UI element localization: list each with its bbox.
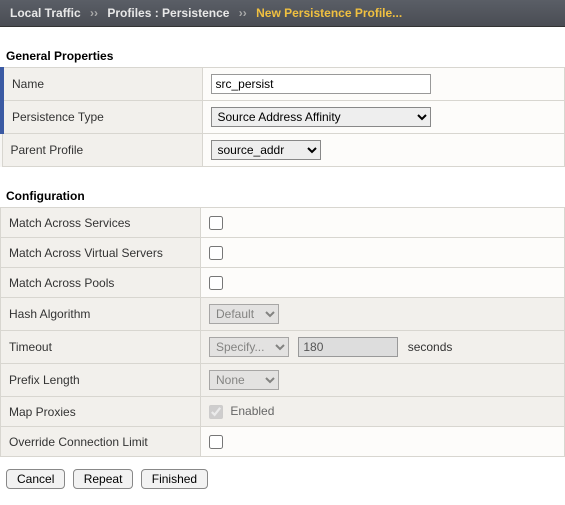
breadcrumb: Local Traffic ›› Profiles : Persistence … — [0, 0, 565, 27]
timeout-value-input — [298, 337, 398, 357]
chevron-icon: ›› — [239, 6, 247, 20]
prefix-length-select: None — [209, 370, 279, 390]
timeout-mode-select: Specify... — [209, 337, 289, 357]
parent-profile-select[interactable]: source_addr — [211, 140, 321, 160]
override-connection-checkbox[interactable] — [209, 435, 223, 449]
general-properties-table: Name Persistence Type Source Address Aff… — [0, 67, 565, 167]
parent-profile-label: Parent Profile — [2, 134, 202, 167]
match-virtual-checkbox[interactable] — [209, 246, 223, 260]
section-config-title: Configuration — [6, 189, 565, 203]
breadcrumb-current: New Persistence Profile... — [256, 6, 402, 20]
finished-button[interactable]: Finished — [141, 469, 208, 489]
match-pools-label: Match Across Pools — [1, 268, 201, 298]
prefix-length-label: Prefix Length — [1, 364, 201, 397]
section-general-title: General Properties — [6, 49, 565, 63]
timeout-suffix: seconds — [408, 340, 453, 354]
override-connection-label: Override Connection Limit — [1, 427, 201, 457]
cancel-button[interactable]: Cancel — [6, 469, 65, 489]
match-pools-checkbox[interactable] — [209, 276, 223, 290]
match-services-label: Match Across Services — [1, 208, 201, 238]
breadcrumb-local-traffic[interactable]: Local Traffic — [10, 6, 81, 20]
name-input[interactable] — [211, 74, 431, 94]
chevron-icon: ›› — [90, 6, 98, 20]
hash-algorithm-label: Hash Algorithm — [1, 298, 201, 331]
button-row: Cancel Repeat Finished — [6, 469, 559, 489]
match-virtual-label: Match Across Virtual Servers — [1, 238, 201, 268]
persistence-type-label: Persistence Type — [2, 101, 202, 134]
hash-algorithm-select: Default — [209, 304, 279, 324]
repeat-button[interactable]: Repeat — [73, 469, 134, 489]
persistence-type-select[interactable]: Source Address Affinity — [211, 107, 431, 127]
configuration-table: Match Across Services Match Across Virtu… — [0, 207, 565, 457]
timeout-label: Timeout — [1, 331, 201, 364]
name-label: Name — [2, 68, 202, 101]
map-proxies-enabled-text: Enabled — [230, 404, 274, 418]
map-proxies-checkbox — [209, 405, 223, 419]
breadcrumb-profiles-persistence[interactable]: Profiles : Persistence — [107, 6, 229, 20]
match-services-checkbox[interactable] — [209, 216, 223, 230]
map-proxies-label: Map Proxies — [1, 397, 201, 427]
